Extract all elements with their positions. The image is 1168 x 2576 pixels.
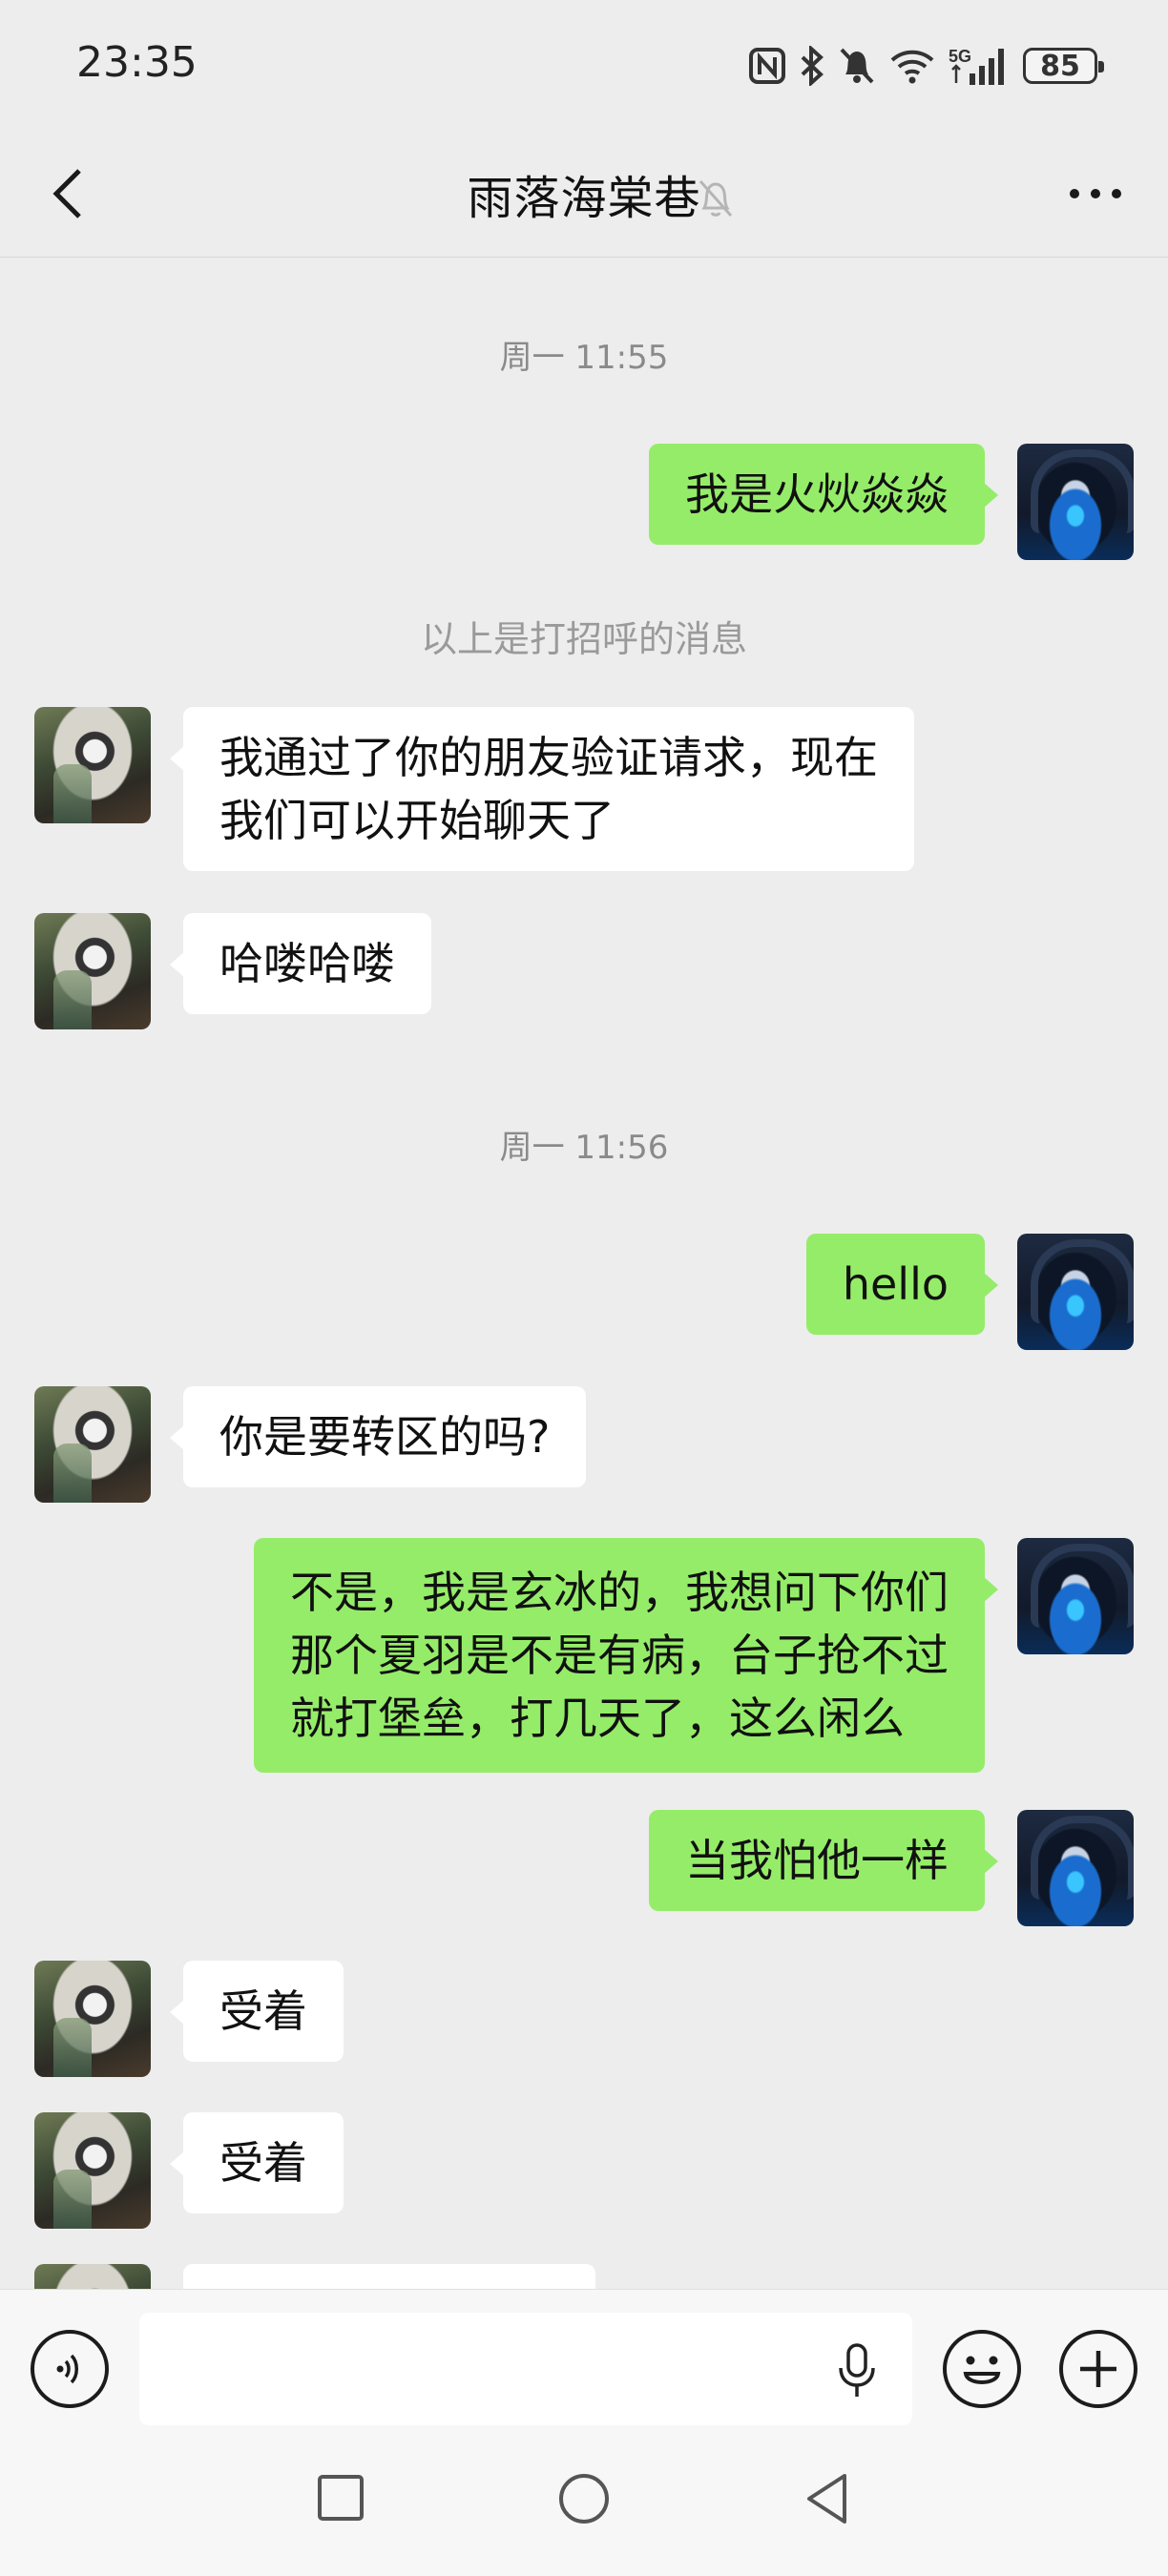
message-input[interactable] xyxy=(139,2313,912,2425)
message-bubble-received[interactable]: 受着 xyxy=(170,2112,344,2213)
message-bubble-sent[interactable]: hello xyxy=(805,1234,999,1335)
friend-avatar[interactable] xyxy=(34,2264,151,2289)
voice-button[interactable] xyxy=(31,2330,109,2408)
my-avatar[interactable] xyxy=(1017,1810,1134,1926)
battery-level: 85 xyxy=(1040,49,1080,83)
chat-header: 雨落海棠巷 xyxy=(0,134,1168,258)
battery-icon: 85 xyxy=(1023,48,1104,84)
message-bubble-received[interactable] xyxy=(183,2264,595,2289)
message-bubble-received[interactable]: 我通过了你的朋友验证请求，现在 我们可以开始聊天了 xyxy=(170,707,914,871)
nfc-icon xyxy=(749,48,785,84)
message-line: 不是，我是玄冰的，我想问下你们 xyxy=(290,1567,949,1618)
message-bubble-received[interactable]: 哈喽哈喽 xyxy=(170,913,431,1014)
friend-avatar[interactable] xyxy=(34,2112,151,2229)
network-label: 5G xyxy=(949,47,971,66)
message-line: 就打堡垒，打几天了，这么闲么 xyxy=(290,1693,905,1744)
bell-off-icon xyxy=(699,180,733,217)
timestamp: 周一 11:56 xyxy=(499,1129,669,1167)
message-line: 那个夏羽是不是有病，台子抢不过 xyxy=(290,1630,949,1681)
my-avatar[interactable] xyxy=(1017,444,1134,560)
microphone-icon[interactable] xyxy=(836,2341,878,2400)
home-icon[interactable] xyxy=(557,2472,611,2525)
system-note: 以上是打招呼的消息 xyxy=(420,618,747,660)
bluetooth-icon xyxy=(801,46,824,86)
emoji-icon xyxy=(963,2356,1001,2384)
status-time: 23:35 xyxy=(76,38,198,87)
chat-title: 雨落海棠巷 xyxy=(467,172,701,225)
system-nav-bar xyxy=(0,2428,1168,2576)
more-button[interactable] xyxy=(1057,160,1134,227)
my-avatar[interactable] xyxy=(1017,1234,1134,1350)
message-bubble-sent[interactable]: 当我怕他一样 xyxy=(649,1810,998,1911)
ellipsis-icon xyxy=(1070,189,1121,198)
friend-avatar[interactable] xyxy=(34,1961,151,2077)
status-icons: 5G 85 xyxy=(748,42,1104,90)
signal-icon: 5G xyxy=(949,47,1004,85)
timestamp: 周一 11:55 xyxy=(499,339,669,377)
friend-avatar[interactable] xyxy=(34,913,151,1029)
message-line: 我们可以开始聊天了 xyxy=(219,795,615,846)
friend-avatar[interactable] xyxy=(34,707,151,823)
message-bubble-sent[interactable]: 不是，我是玄冰的，我想问下你们 那个夏羽是不是有病，台子抢不过 就打堡垒，打几天… xyxy=(254,1538,998,1773)
input-bar xyxy=(0,2289,1168,2428)
message-bubble-sent[interactable]: 我是火炏焱焱 xyxy=(649,444,998,545)
status-bar: 23:35 5G 85 xyxy=(0,0,1168,134)
message-line: 我通过了你的朋友验证请求，现在 xyxy=(219,732,878,783)
more-functions-button[interactable] xyxy=(1059,2330,1137,2408)
message-bubble-received[interactable]: 你是要转区的吗? xyxy=(169,1386,587,1487)
emoji-button[interactable] xyxy=(943,2330,1021,2408)
my-avatar[interactable] xyxy=(1017,1538,1134,1654)
voice-icon xyxy=(56,2354,78,2384)
wifi-icon xyxy=(890,50,934,84)
bell-off-icon xyxy=(840,48,874,84)
recent-apps-icon[interactable] xyxy=(317,2472,365,2524)
back-icon[interactable] xyxy=(803,2472,849,2525)
friend-avatar[interactable] xyxy=(34,1386,151,1503)
chat-message-list[interactable]: 周一 11:55 我是火炏焱焱 以上是打招呼的消息 我通过了你的朋友验证请求，现… xyxy=(0,259,1168,2289)
message-bubble-received[interactable]: 受着 xyxy=(170,1961,344,2062)
plus-icon xyxy=(1080,2351,1116,2387)
